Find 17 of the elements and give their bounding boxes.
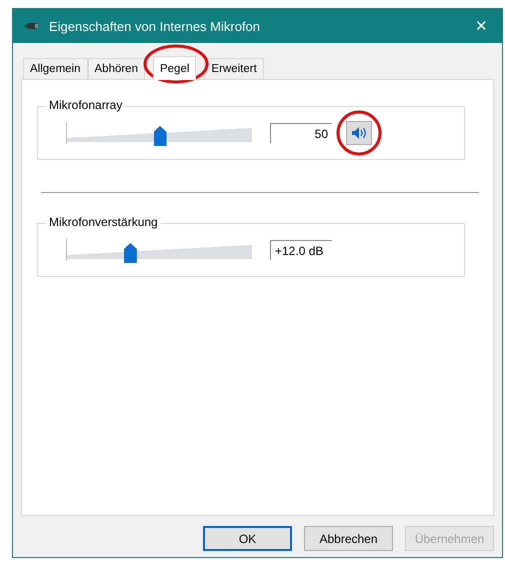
close-button[interactable]: ✕ [471, 17, 492, 35]
window-title: Eigenschaften von Internes Mikrofon [49, 18, 262, 34]
group-label: Mikrofonverstärkung [46, 215, 161, 229]
slider-thumb[interactable] [124, 243, 137, 263]
tab[interactable]: Erweitert [204, 58, 264, 79]
value-field[interactable]: 50 [270, 123, 332, 143]
tab[interactable]: Abhören [88, 58, 145, 79]
slider-thumb[interactable] [154, 126, 166, 146]
microphone-icon [23, 22, 39, 30]
tab[interactable]: Allgemein [23, 58, 88, 79]
mute-button[interactable] [346, 121, 372, 145]
tab[interactable]: Pegel [152, 56, 196, 80]
group-label: Mikrofonarray [46, 98, 126, 112]
speaker-icon [351, 126, 367, 140]
value-field[interactable]: +12.0 dB [270, 240, 332, 260]
dialog-button[interactable]: OK [203, 526, 292, 551]
dialog-button[interactable]: Abbrechen [304, 526, 393, 551]
